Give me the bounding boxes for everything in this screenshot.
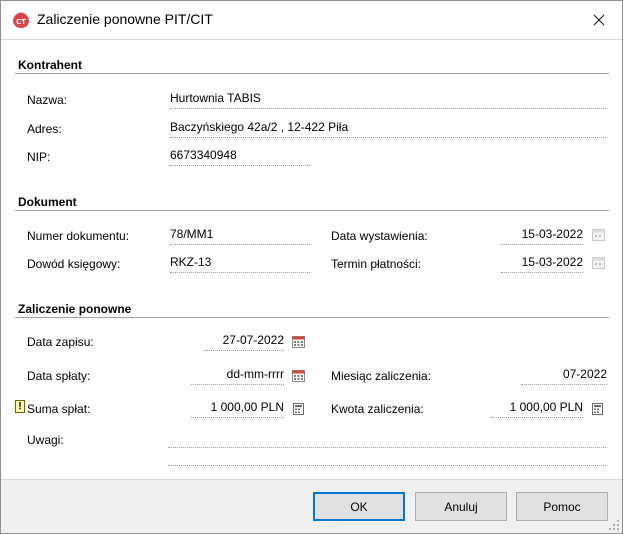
app-logo-icon: CT bbox=[13, 12, 29, 28]
cancel-button[interactable]: Anuluj bbox=[415, 492, 507, 521]
dowod-ksiegowy-field[interactable]: RKZ-13 bbox=[170, 255, 310, 273]
kwota-zaliczenia-label: Kwota zaliczenia: bbox=[331, 402, 424, 416]
nazwa-label: Nazwa: bbox=[27, 93, 68, 107]
data-zapisu-field[interactable]: 27-07-2022 bbox=[204, 333, 284, 351]
uwagi-field-line1[interactable] bbox=[168, 430, 606, 448]
dialog-content: Kontrahent Nazwa: Hurtownia TABIS Adres:… bbox=[1, 39, 622, 479]
uwagi-label: Uwagi: bbox=[27, 433, 64, 447]
nip-field[interactable]: 6673340948 bbox=[170, 148, 310, 166]
nip-label: NIP: bbox=[27, 150, 51, 164]
adres-label: Adres: bbox=[27, 122, 62, 136]
adres-field[interactable]: Baczyńskiego 42a/2 , 12-422 Piła bbox=[170, 120, 606, 138]
section-divider bbox=[15, 73, 609, 74]
kwota-zaliczenia-field[interactable]: 1 000,00 PLN bbox=[491, 400, 583, 418]
dialog-window: CT Zaliczenie ponowne PIT/CIT Kontrahent… bbox=[0, 0, 623, 534]
data-wystawienia-field[interactable]: 15-03-2022 bbox=[501, 227, 583, 245]
numer-dokumentu-label: Numer dokumentu: bbox=[27, 229, 130, 243]
title-bar[interactable]: CT Zaliczenie ponowne PIT/CIT bbox=[1, 1, 622, 39]
termin-platnosci-field[interactable]: 15-03-2022 bbox=[501, 255, 583, 273]
close-button[interactable] bbox=[576, 1, 622, 39]
miesiac-zaliczenia-label: Miesiąc zaliczenia: bbox=[331, 369, 432, 383]
window-title: Zaliczenie ponowne PIT/CIT bbox=[37, 11, 213, 27]
data-zapisu-label: Data zapisu: bbox=[27, 335, 94, 349]
data-splaty-label: Data spłaty: bbox=[27, 369, 91, 383]
help-button[interactable]: Pomoc bbox=[516, 492, 608, 521]
section-title-zaliczenie: Zaliczenie ponowne bbox=[18, 302, 132, 316]
section-divider bbox=[15, 317, 609, 318]
close-icon bbox=[593, 14, 605, 26]
svg-text:CT: CT bbox=[16, 18, 26, 26]
numer-dokumentu-field[interactable]: 78/MM1 bbox=[170, 227, 310, 245]
section-title-dokument: Dokument bbox=[18, 195, 77, 209]
section-title-kontrahent: Kontrahent bbox=[18, 58, 82, 72]
suma-splat-field[interactable]: 1 000,00 PLN bbox=[191, 400, 284, 418]
warning-icon: ! bbox=[15, 400, 25, 413]
dialog-footer: OK Anuluj Pomoc bbox=[1, 479, 622, 533]
calendar-button-icon[interactable] bbox=[292, 370, 305, 382]
calculator-icon[interactable] bbox=[592, 403, 603, 415]
calendar-icon bbox=[592, 229, 605, 241]
section-divider bbox=[15, 210, 609, 211]
calendar-icon bbox=[592, 257, 605, 269]
miesiac-zaliczenia-field[interactable]: 07-2022 bbox=[521, 367, 607, 385]
dowod-ksiegowy-label: Dowód księgowy: bbox=[27, 257, 121, 271]
resize-grip-icon[interactable] bbox=[608, 519, 620, 531]
calculator-icon[interactable] bbox=[293, 403, 304, 415]
suma-splat-label: Suma spłat: bbox=[27, 402, 91, 416]
ok-button[interactable]: OK bbox=[313, 492, 405, 521]
data-wystawienia-label: Data wystawienia: bbox=[331, 229, 428, 243]
nazwa-field[interactable]: Hurtownia TABIS bbox=[170, 91, 606, 109]
calendar-button-icon[interactable] bbox=[292, 336, 305, 348]
termin-platnosci-label: Termin płatności: bbox=[331, 257, 422, 271]
data-splaty-field[interactable]: dd-mm-rrrr bbox=[191, 367, 284, 385]
uwagi-field-line2[interactable] bbox=[168, 448, 606, 466]
